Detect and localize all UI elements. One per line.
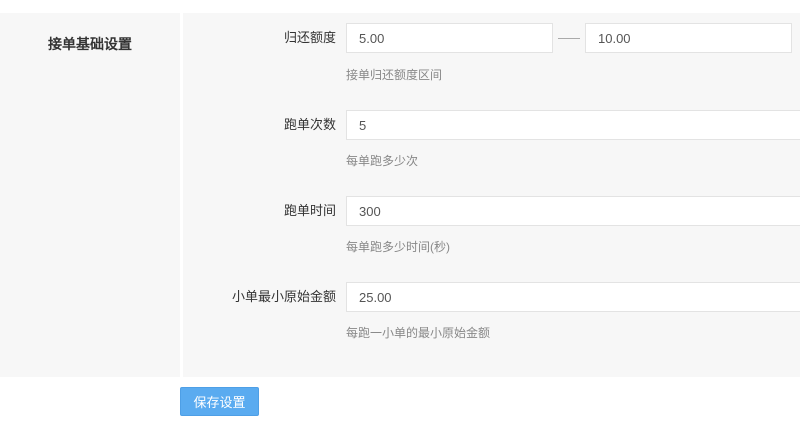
min-original-amount-hint: 每跑一小单的最小原始金额 [346, 326, 491, 340]
return-amount-max-input[interactable] [585, 23, 792, 53]
min-original-amount-input[interactable] [346, 282, 800, 312]
save-button[interactable]: 保存设置 [180, 387, 259, 416]
run-time-label: 跑单时间 [283, 203, 336, 218]
return-amount-hint: 接单归还额度区间 [346, 68, 443, 82]
run-time-hint: 每单跑多少时间(秒) [346, 240, 450, 254]
divider [180, 13, 183, 377]
run-count-label: 跑单次数 [283, 117, 336, 132]
run-count-hint: 每单跑多少次 [346, 154, 419, 168]
range-separator [558, 38, 580, 39]
min-original-amount-label: 小单最小原始金额 [231, 289, 336, 304]
run-time-input[interactable] [346, 196, 800, 226]
return-amount-label: 归还额度 [283, 30, 336, 45]
section-title: 接单基础设置 [48, 36, 132, 52]
run-count-input[interactable] [346, 110, 800, 140]
return-amount-min-input[interactable] [346, 23, 553, 53]
